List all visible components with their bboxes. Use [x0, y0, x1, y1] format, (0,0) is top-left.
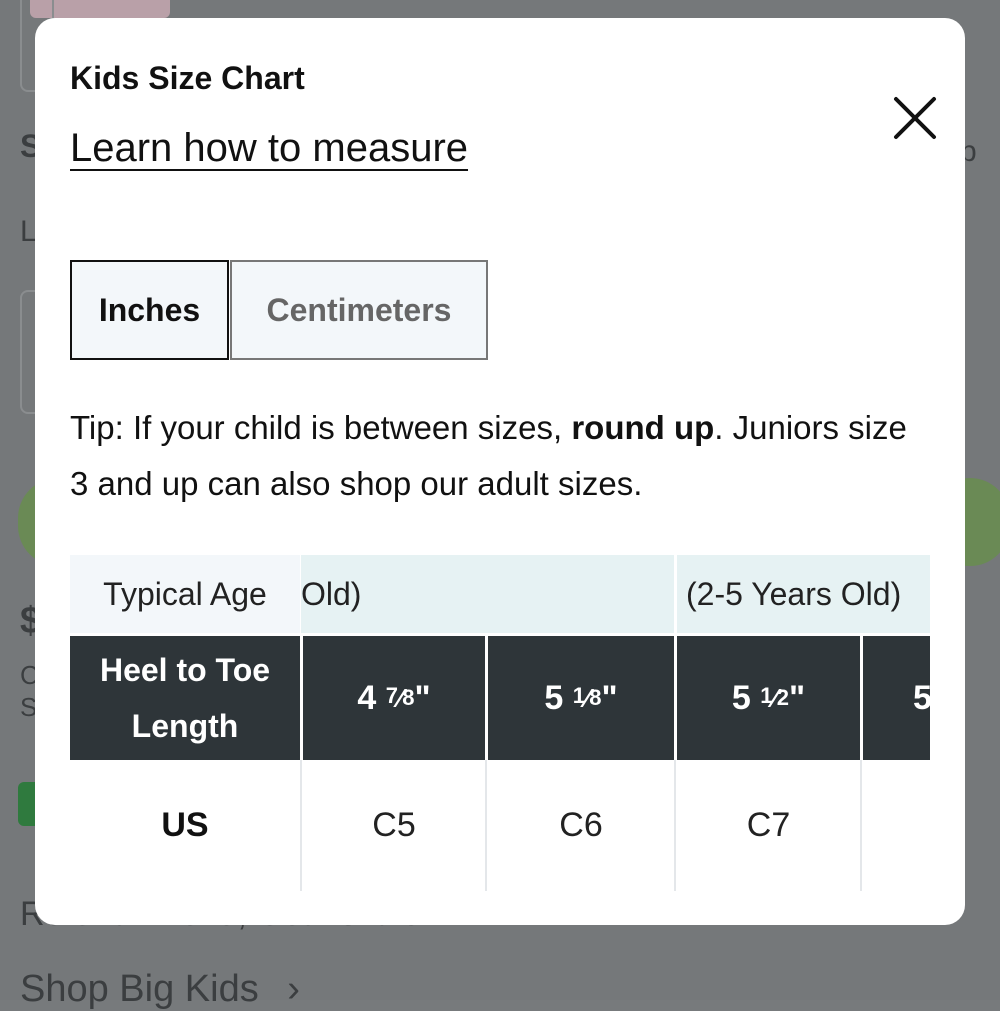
age-row-label: Typical Age: [70, 555, 300, 633]
length-row: Heel to Toe Length 4 7 ⁄ 8 " 5 1 ⁄ 8 " 5 1 ⁄ 2 " …: [70, 636, 930, 760]
us-row-label: US: [161, 806, 209, 844]
length-whole: 4: [357, 678, 377, 717]
column-divider: [674, 760, 676, 891]
fraction-denominator: 8: [402, 685, 415, 710]
centimeters-tab[interactable]: Centimeters: [230, 260, 488, 360]
us-size-cell: C6: [559, 806, 603, 844]
background-shop-label: Shop Big Kids: [20, 968, 259, 1010]
length-cell: 5 1 ⁄ 8 ": [488, 636, 674, 760]
column-divider: [300, 760, 302, 891]
age-group-divider: [674, 555, 677, 633]
column-divider: [860, 760, 862, 891]
size-table[interactable]: Typical Age Old) (2-5 Years Old) Heel to…: [70, 555, 930, 891]
column-divider: [485, 760, 487, 891]
fraction-numerator: 1: [760, 683, 773, 708]
chevron-right-icon: ›: [287, 968, 300, 1010]
us-size-cell: [863, 760, 930, 891]
learn-how-to-measure-link[interactable]: Learn how to measure: [70, 126, 468, 171]
unit-toggle: Inches Centimeters: [70, 260, 488, 360]
length-whole: 5: [731, 678, 751, 717]
age-group-cell: (2-5 Years Old): [686, 575, 902, 612]
us-size-cell: C5: [372, 806, 416, 844]
size-tip: Tip: If your child is between sizes, rou…: [70, 400, 910, 512]
us-row: US C5 C6 C7: [70, 760, 930, 891]
length-whole: 5: [544, 678, 564, 717]
length-cell: 4 7 ⁄ 8 ": [303, 636, 485, 760]
fraction-numerator: 1: [572, 683, 585, 708]
us-size-cell: C7: [746, 806, 791, 844]
close-icon: [894, 97, 936, 139]
length-whole: 5: [913, 678, 930, 717]
size-chart-modal: Kids Size Chart Learn how to measure Inc…: [35, 18, 965, 925]
length-cell: 5 1 ⁄ 2 ": [677, 636, 860, 760]
close-button[interactable]: [887, 90, 943, 146]
age-group-cell: Old): [301, 575, 362, 612]
age-row: Typical Age Old) (2-5 Years Old): [70, 555, 930, 633]
fraction-denominator: 8: [589, 685, 602, 710]
background-shop-link: Shop Big Kids ›: [20, 968, 300, 1011]
length-cell: 5: [863, 636, 930, 760]
tip-text: Tip: If your child is between sizes,: [70, 409, 572, 446]
fraction-numerator: 7: [385, 683, 398, 708]
inches-tab[interactable]: Inches: [70, 260, 229, 360]
modal-title: Kids Size Chart: [70, 60, 305, 96]
fraction-denominator: 2: [776, 685, 790, 710]
length-row-label: Heel to Toe Length: [70, 636, 300, 760]
tip-emphasis: round up: [571, 409, 715, 446]
